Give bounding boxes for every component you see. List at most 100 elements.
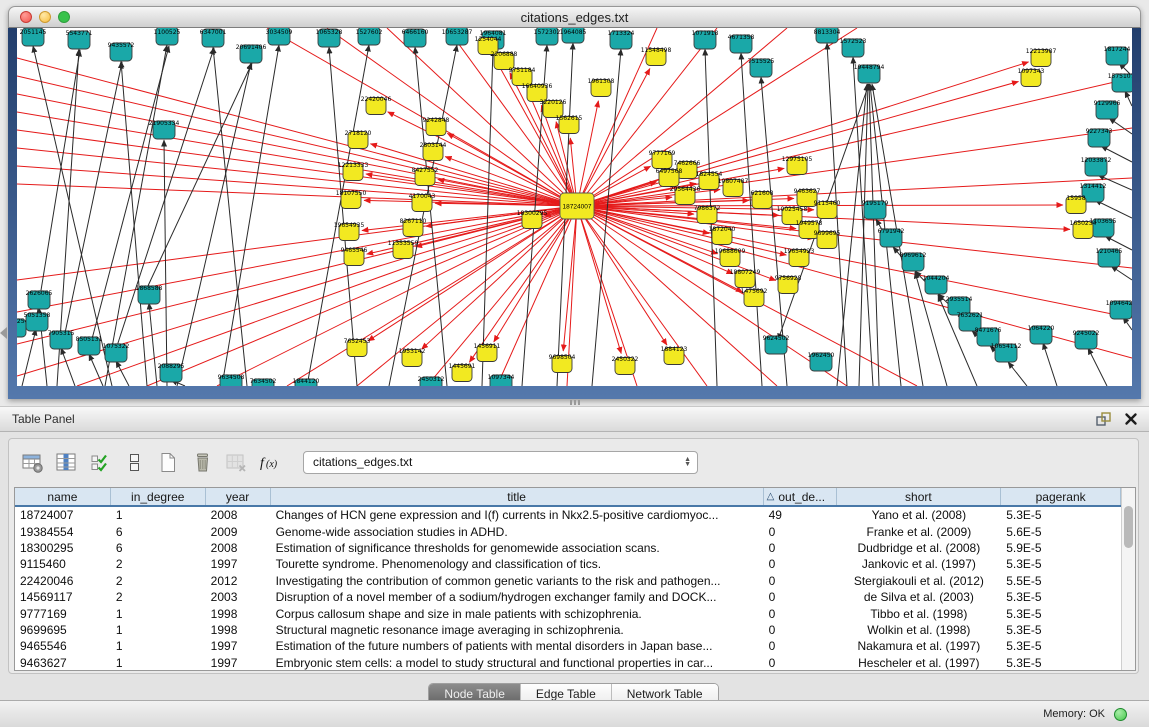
network-node[interactable] <box>615 358 635 375</box>
network-node[interactable] <box>1085 158 1107 176</box>
close-icon[interactable] <box>1121 409 1141 429</box>
network-node[interactable] <box>610 31 632 49</box>
network-node[interactable] <box>366 98 386 115</box>
table-row[interactable]: 2242004622012Investigating the contribut… <box>15 573 1121 589</box>
network-node[interactable] <box>1088 129 1110 147</box>
network-node[interactable] <box>339 224 359 241</box>
network-node[interactable] <box>1096 101 1118 119</box>
network-node[interactable] <box>664 348 684 365</box>
network-node[interactable] <box>490 375 512 386</box>
network-node[interactable] <box>348 132 368 149</box>
network-node[interactable] <box>156 28 178 45</box>
network-node[interactable] <box>723 180 743 197</box>
network-node[interactable] <box>864 201 886 219</box>
network-node[interactable] <box>1110 301 1132 319</box>
table-row[interactable]: 969969511998Structural magnetic resonanc… <box>15 622 1121 638</box>
vertical-scrollbar[interactable] <box>1121 488 1135 670</box>
network-node[interactable] <box>153 121 175 139</box>
column-header-year[interactable]: year <box>206 488 271 505</box>
network-node[interactable] <box>268 28 290 45</box>
table-row[interactable]: 1456911722003Disruption of a novel membe… <box>15 589 1121 605</box>
column-header-title[interactable]: title <box>271 488 764 505</box>
new-table-icon[interactable] <box>155 449 182 476</box>
network-node[interactable] <box>1031 50 1051 67</box>
network-node[interactable] <box>1066 197 1086 214</box>
network-node[interactable] <box>817 202 837 219</box>
table-selector-dropdown[interactable]: citations_edges.txt ▲▼ <box>303 451 698 474</box>
network-node[interactable] <box>1021 70 1041 87</box>
network-node[interactable] <box>677 162 697 179</box>
network-node[interactable] <box>28 291 50 309</box>
network-node[interactable] <box>659 170 679 187</box>
network-node[interactable] <box>842 39 864 57</box>
network-node[interactable] <box>78 337 100 355</box>
minimize-window-button[interactable] <box>39 11 51 23</box>
select-rows-icon[interactable] <box>87 449 114 476</box>
network-node[interactable] <box>1112 74 1132 92</box>
network-node[interactable] <box>720 250 740 267</box>
network-node[interactable] <box>699 173 719 190</box>
network-node[interactable] <box>789 250 809 267</box>
network-node[interactable] <box>880 229 902 247</box>
stacked-boxes-icon[interactable] <box>121 449 148 476</box>
network-node[interactable] <box>423 144 443 161</box>
network-node[interactable] <box>543 101 563 118</box>
network-node[interactable] <box>646 49 666 66</box>
column-header-pagerank[interactable]: pagerank <box>1001 488 1121 505</box>
network-node[interactable] <box>420 377 442 386</box>
network-node[interactable] <box>452 365 472 382</box>
close-window-button[interactable] <box>20 11 32 23</box>
network-node[interactable] <box>478 38 498 55</box>
table-row[interactable]: 1872400712008Changes of HCN gene express… <box>15 507 1121 523</box>
scrollbar-thumb[interactable] <box>1124 506 1133 548</box>
network-node[interactable] <box>1106 47 1128 65</box>
network-node[interactable] <box>446 28 468 45</box>
column-header-name[interactable]: name <box>15 488 111 505</box>
network-node[interactable] <box>652 152 672 169</box>
network-node[interactable] <box>512 69 532 86</box>
column-header-short[interactable]: short <box>837 488 1002 505</box>
network-node[interactable] <box>750 59 772 77</box>
network-node[interactable] <box>22 28 44 46</box>
network-node[interactable] <box>782 208 802 225</box>
table-row[interactable]: 1938455462009Genome-wide association stu… <box>15 523 1121 539</box>
network-node[interactable] <box>787 158 807 175</box>
network-node[interactable] <box>50 331 72 349</box>
network-node[interactable] <box>358 28 380 45</box>
table-row[interactable]: 1830029562008Estimation of significance … <box>15 540 1121 556</box>
network-node[interactable] <box>925 276 947 294</box>
network-node[interactable] <box>26 313 48 331</box>
network-node[interactable] <box>977 328 999 346</box>
network-node[interactable] <box>343 164 363 181</box>
network-node[interactable] <box>110 43 132 61</box>
network-node[interactable] <box>295 379 317 386</box>
network-node[interactable] <box>675 188 695 205</box>
network-node[interactable] <box>426 119 446 136</box>
network-node[interactable] <box>347 340 367 357</box>
collapse-west-panel-arrow-icon[interactable] <box>0 327 7 339</box>
network-node[interactable] <box>1030 326 1052 344</box>
network-node[interactable] <box>744 290 764 307</box>
network-node[interactable] <box>160 364 182 382</box>
network-node[interactable] <box>902 253 924 271</box>
table-row[interactable]: 946554611997Estimation of the future num… <box>15 638 1121 654</box>
network-node[interactable] <box>17 319 26 337</box>
network-node[interactable] <box>752 192 772 209</box>
network-node[interactable] <box>765 336 787 354</box>
network-node[interactable] <box>1073 222 1093 239</box>
table-row[interactable]: 946362711997Embryonic stem cells: a mode… <box>15 655 1121 670</box>
network-node[interactable] <box>202 29 224 47</box>
zoom-window-button[interactable] <box>58 11 70 23</box>
table-settings-icon[interactable] <box>19 449 46 476</box>
network-node[interactable] <box>959 313 981 331</box>
network-node[interactable] <box>1075 331 1097 349</box>
network-node[interactable] <box>995 344 1017 362</box>
network-node[interactable] <box>552 356 572 373</box>
table-row[interactable]: 911546021997Tourette syndrome. Phenomeno… <box>15 556 1121 572</box>
network-node[interactable] <box>68 31 90 49</box>
network-node[interactable] <box>817 232 837 249</box>
network-node[interactable] <box>816 28 838 43</box>
function-builder-icon[interactable]: f(x) <box>257 449 284 476</box>
network-node[interactable] <box>415 169 435 186</box>
network-canvas[interactable]: 2051145554377194355721100525634700120691… <box>17 28 1132 386</box>
